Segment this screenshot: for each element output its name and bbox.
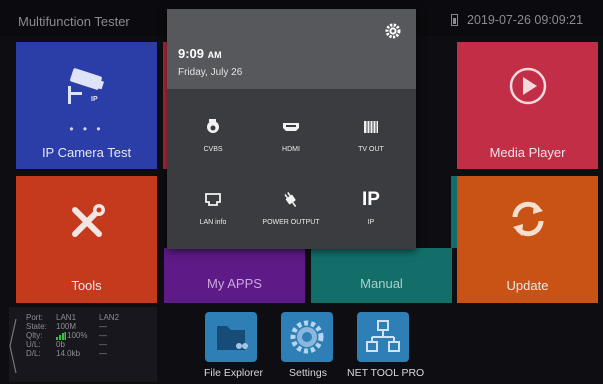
ip-text-icon: IP <box>362 189 380 210</box>
status-datetime: 2019-07-26 09:09:21 <box>467 13 584 27</box>
quick-tile-cvbs[interactable]: CVBS <box>173 116 253 153</box>
quick-tile-label: POWER OUTPUT <box>262 219 320 226</box>
shade-clock: 9:09 AM <box>178 46 222 61</box>
ip-badge: IP <box>91 96 98 103</box>
quick-tile-power-output[interactable]: POWER OUTPUT <box>251 189 331 226</box>
settings-label: Settings <box>289 367 327 379</box>
lan2-value: — <box>99 322 107 331</box>
chevron-left-icon[interactable] <box>9 317 17 375</box>
tile-label-my-apps: My APPS <box>207 276 262 291</box>
quick-tile-label: HDMI <box>282 146 300 153</box>
lan-status-table: Port: LAN1 LAN2 State: 100M — Qlty: 100%… <box>26 313 119 358</box>
lan-row-quality: Qlty: 100% — <box>26 331 119 340</box>
lan2-value: — <box>99 331 107 340</box>
quick-tile-label: TV OUT <box>358 146 384 153</box>
tile-label-update: Update <box>506 278 549 293</box>
lan2-value: — <box>99 340 107 349</box>
tile-update[interactable]: Update <box>457 176 598 303</box>
notification-shade: 9:09 AM Friday, July 26 CVBS HDMI TV OUT… <box>167 9 416 249</box>
lan-header-lan1: LAN1 <box>56 313 77 322</box>
net-tool-pro-label: NET TOOL PRO <box>347 367 425 379</box>
file-explorer-button[interactable] <box>205 312 257 362</box>
lan-port-icon <box>205 193 221 206</box>
lan-header-row: Port: LAN1 LAN2 <box>26 313 119 322</box>
tile-tools[interactable]: Tools <box>16 176 157 303</box>
lan1-quality: 100% <box>56 331 99 340</box>
network-icon <box>366 320 400 352</box>
tile-label-media-player: Media Player <box>489 145 566 160</box>
app-title: Multifunction Tester <box>18 14 130 29</box>
quick-tile-ip[interactable]: IP IP <box>331 189 411 226</box>
lan-label: U/L: <box>26 340 41 349</box>
shade-header: 9:09 AM Friday, July 26 <box>167 9 416 89</box>
tile-my-apps[interactable]: My APPS <box>164 248 305 303</box>
tile-label-tools: Tools <box>71 278 102 293</box>
lan-header-lan2: LAN2 <box>99 313 120 322</box>
tv-out-icon <box>364 121 378 133</box>
tile-ip-camera-test[interactable]: IP • • • IP Camera Test <box>16 42 157 169</box>
clock-time: 9:09 <box>178 46 205 61</box>
lan-label: D/L: <box>26 349 41 358</box>
quick-tile-label: LAN info <box>199 219 227 226</box>
lan1-value: 0b <box>56 340 65 349</box>
play-icon <box>509 67 546 105</box>
lan-row-state: State: 100M — <box>26 322 119 331</box>
tile-media-player[interactable]: Media Player <box>457 42 598 169</box>
lan-header-port: Port: <box>26 313 43 322</box>
quick-tile-lan-info[interactable]: LAN info <box>173 189 253 226</box>
lan1-value: 100M <box>56 322 77 331</box>
ip-camera-icon <box>67 68 104 104</box>
tile-manual[interactable]: Manual <box>311 248 452 303</box>
power-plug-icon <box>284 192 297 208</box>
gear-icon <box>290 320 324 354</box>
tile-label-manual: Manual <box>360 276 403 291</box>
lan-row-download: D/L: 14.0kb — <box>26 349 119 358</box>
settings-button[interactable] <box>281 312 333 362</box>
net-tool-pro-button[interactable] <box>357 312 409 362</box>
camera-icon <box>207 119 219 133</box>
file-explorer-label: File Explorer <box>204 367 263 379</box>
lan-status-panel[interactable]: Port: LAN1 LAN2 State: 100M — Qlty: 100%… <box>9 307 157 382</box>
refresh-icon <box>512 201 543 237</box>
lan2-value: — <box>99 349 107 358</box>
quick-tile-label: CVBS <box>203 146 223 153</box>
lan-row-upload: U/L: 0b — <box>26 340 119 349</box>
battery-icon <box>451 14 458 26</box>
lan1-value: 100% <box>67 331 88 340</box>
lan-label: State: <box>26 322 47 331</box>
folder-icon <box>217 326 248 350</box>
lan1-value: 14.0kb <box>56 349 81 358</box>
dots-indicator: • • • <box>69 122 104 136</box>
tools-icon <box>71 204 105 237</box>
quick-tile-label: IP <box>367 219 375 226</box>
hdmi-icon <box>283 123 299 131</box>
quick-tile-hdmi[interactable]: HDMI <box>251 116 331 153</box>
clock-ampm: AM <box>207 50 222 60</box>
lan-label: Qlty: <box>26 331 43 340</box>
signal-bars-icon <box>56 332 66 340</box>
tile-label-ip-camera-test: IP Camera Test <box>41 145 132 160</box>
quick-tile-tv-out[interactable]: TV OUT <box>331 116 411 153</box>
shade-date: Friday, July 26 <box>178 67 243 78</box>
settings-gear-icon[interactable] <box>385 23 401 39</box>
